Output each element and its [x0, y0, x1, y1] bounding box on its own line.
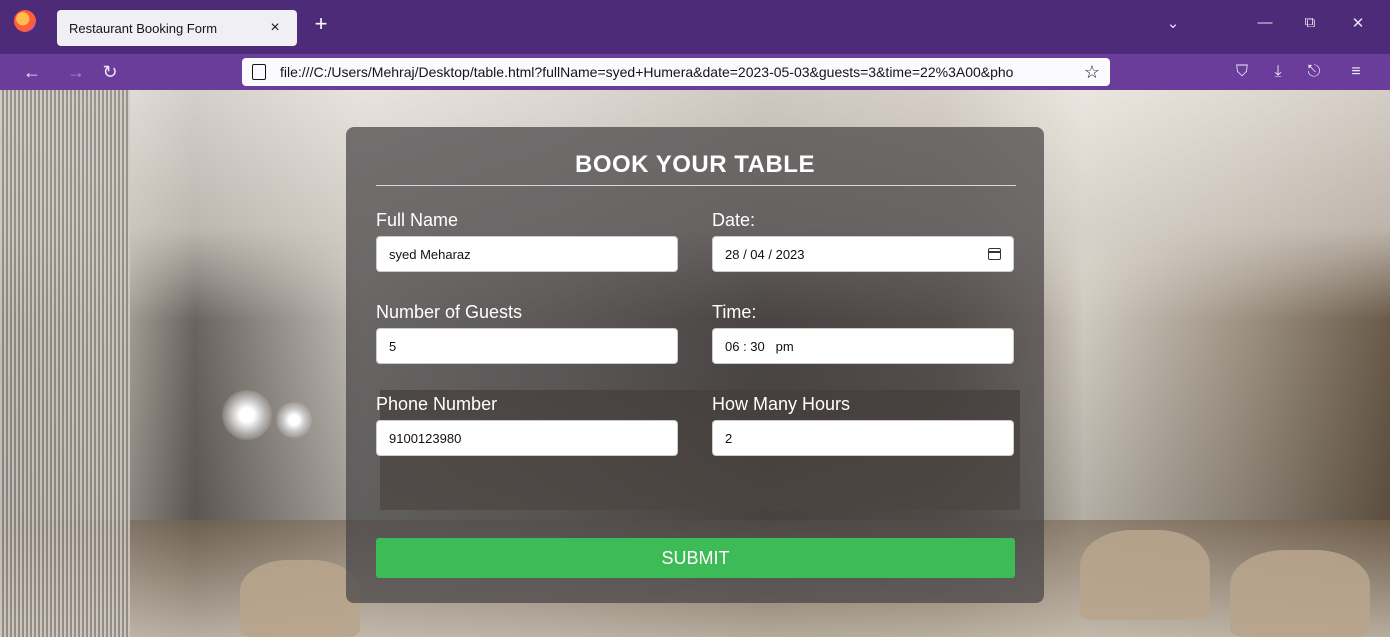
- full-name-label: Full Name: [376, 210, 459, 230]
- booking-form: BOOK YOUR TABLE Full Name syed Meharaz D…: [346, 127, 1044, 603]
- time-label: Time:: [712, 302, 757, 322]
- date-label: Date:: [712, 210, 756, 230]
- time-input[interactable]: 06 : 30 pm: [712, 328, 1014, 364]
- submit-button[interactable]: SUBMIT: [376, 538, 1015, 578]
- title-divider: [376, 185, 1016, 186]
- date-input[interactable]: 28 / 04 / 2023: [712, 236, 1014, 272]
- hours-value: 2: [725, 430, 733, 446]
- page-icon: [252, 64, 266, 80]
- full-name-input[interactable]: syed Meharaz: [376, 236, 678, 272]
- phone-input[interactable]: 9100123980: [376, 420, 678, 456]
- phone-label: Phone Number: [376, 394, 498, 414]
- pocket-icon[interactable]: ⛉: [1228, 59, 1256, 85]
- share-icon[interactable]: ⎋: [1300, 59, 1328, 85]
- bookmark-star-icon[interactable]: ☆: [1084, 62, 1100, 83]
- minimize-icon[interactable]: —: [1250, 14, 1280, 31]
- url-text[interactable]: file:///C:/Users/Mehraj/Desktop/table.ht…: [280, 64, 1078, 80]
- hours-input[interactable]: 2: [712, 420, 1014, 456]
- tab-title: Restaurant Booking Form: [69, 20, 218, 36]
- back-button[interactable]: ←: [18, 59, 46, 85]
- background-chair: [1230, 550, 1370, 637]
- close-window-icon[interactable]: ✕: [1343, 14, 1373, 32]
- tab-close-icon[interactable]: ×: [265, 19, 285, 37]
- reload-button[interactable]: ↻: [96, 59, 124, 85]
- guests-value: 5: [389, 338, 397, 354]
- restore-icon[interactable]: ⧉: [1295, 14, 1325, 31]
- phone-value: 9100123980: [389, 430, 462, 446]
- background-lamp: [222, 390, 272, 440]
- firefox-logo-icon[interactable]: [14, 10, 36, 32]
- hours-label: How Many Hours: [712, 394, 851, 414]
- guests-input[interactable]: 5: [376, 328, 678, 364]
- date-value: 28 / 04 / 2023: [725, 246, 805, 262]
- time-value: 06 : 30 pm: [725, 338, 794, 354]
- nav-bar: ← → ↻ file:///C:/Users/Mehraj/Desktop/ta…: [0, 54, 1390, 90]
- new-tab-button[interactable]: +: [308, 12, 334, 38]
- tab-restaurant-booking[interactable]: Restaurant Booking Form ×: [57, 10, 297, 46]
- list-tabs-icon[interactable]: ⌄: [1158, 14, 1188, 32]
- calendar-icon[interactable]: [988, 248, 1001, 260]
- background-chair: [240, 560, 360, 637]
- background-lamp: [276, 402, 312, 438]
- tab-bar: Restaurant Booking Form × + ⌄ — ⧉ ✕: [0, 0, 1390, 54]
- page-viewport: BOOK YOUR TABLE Full Name syed Meharaz D…: [0, 90, 1390, 637]
- form-title: BOOK YOUR TABLE: [575, 151, 815, 178]
- background-chair: [1080, 530, 1210, 620]
- forward-button[interactable]: →: [62, 59, 90, 85]
- download-icon[interactable]: ⤓: [1264, 59, 1292, 85]
- background-curtain: [0, 90, 130, 637]
- guests-label: Number of Guests: [376, 302, 523, 322]
- url-bar[interactable]: file:///C:/Users/Mehraj/Desktop/table.ht…: [242, 58, 1110, 86]
- full-name-value: syed Meharaz: [389, 246, 471, 262]
- menu-icon[interactable]: ≡: [1342, 59, 1370, 85]
